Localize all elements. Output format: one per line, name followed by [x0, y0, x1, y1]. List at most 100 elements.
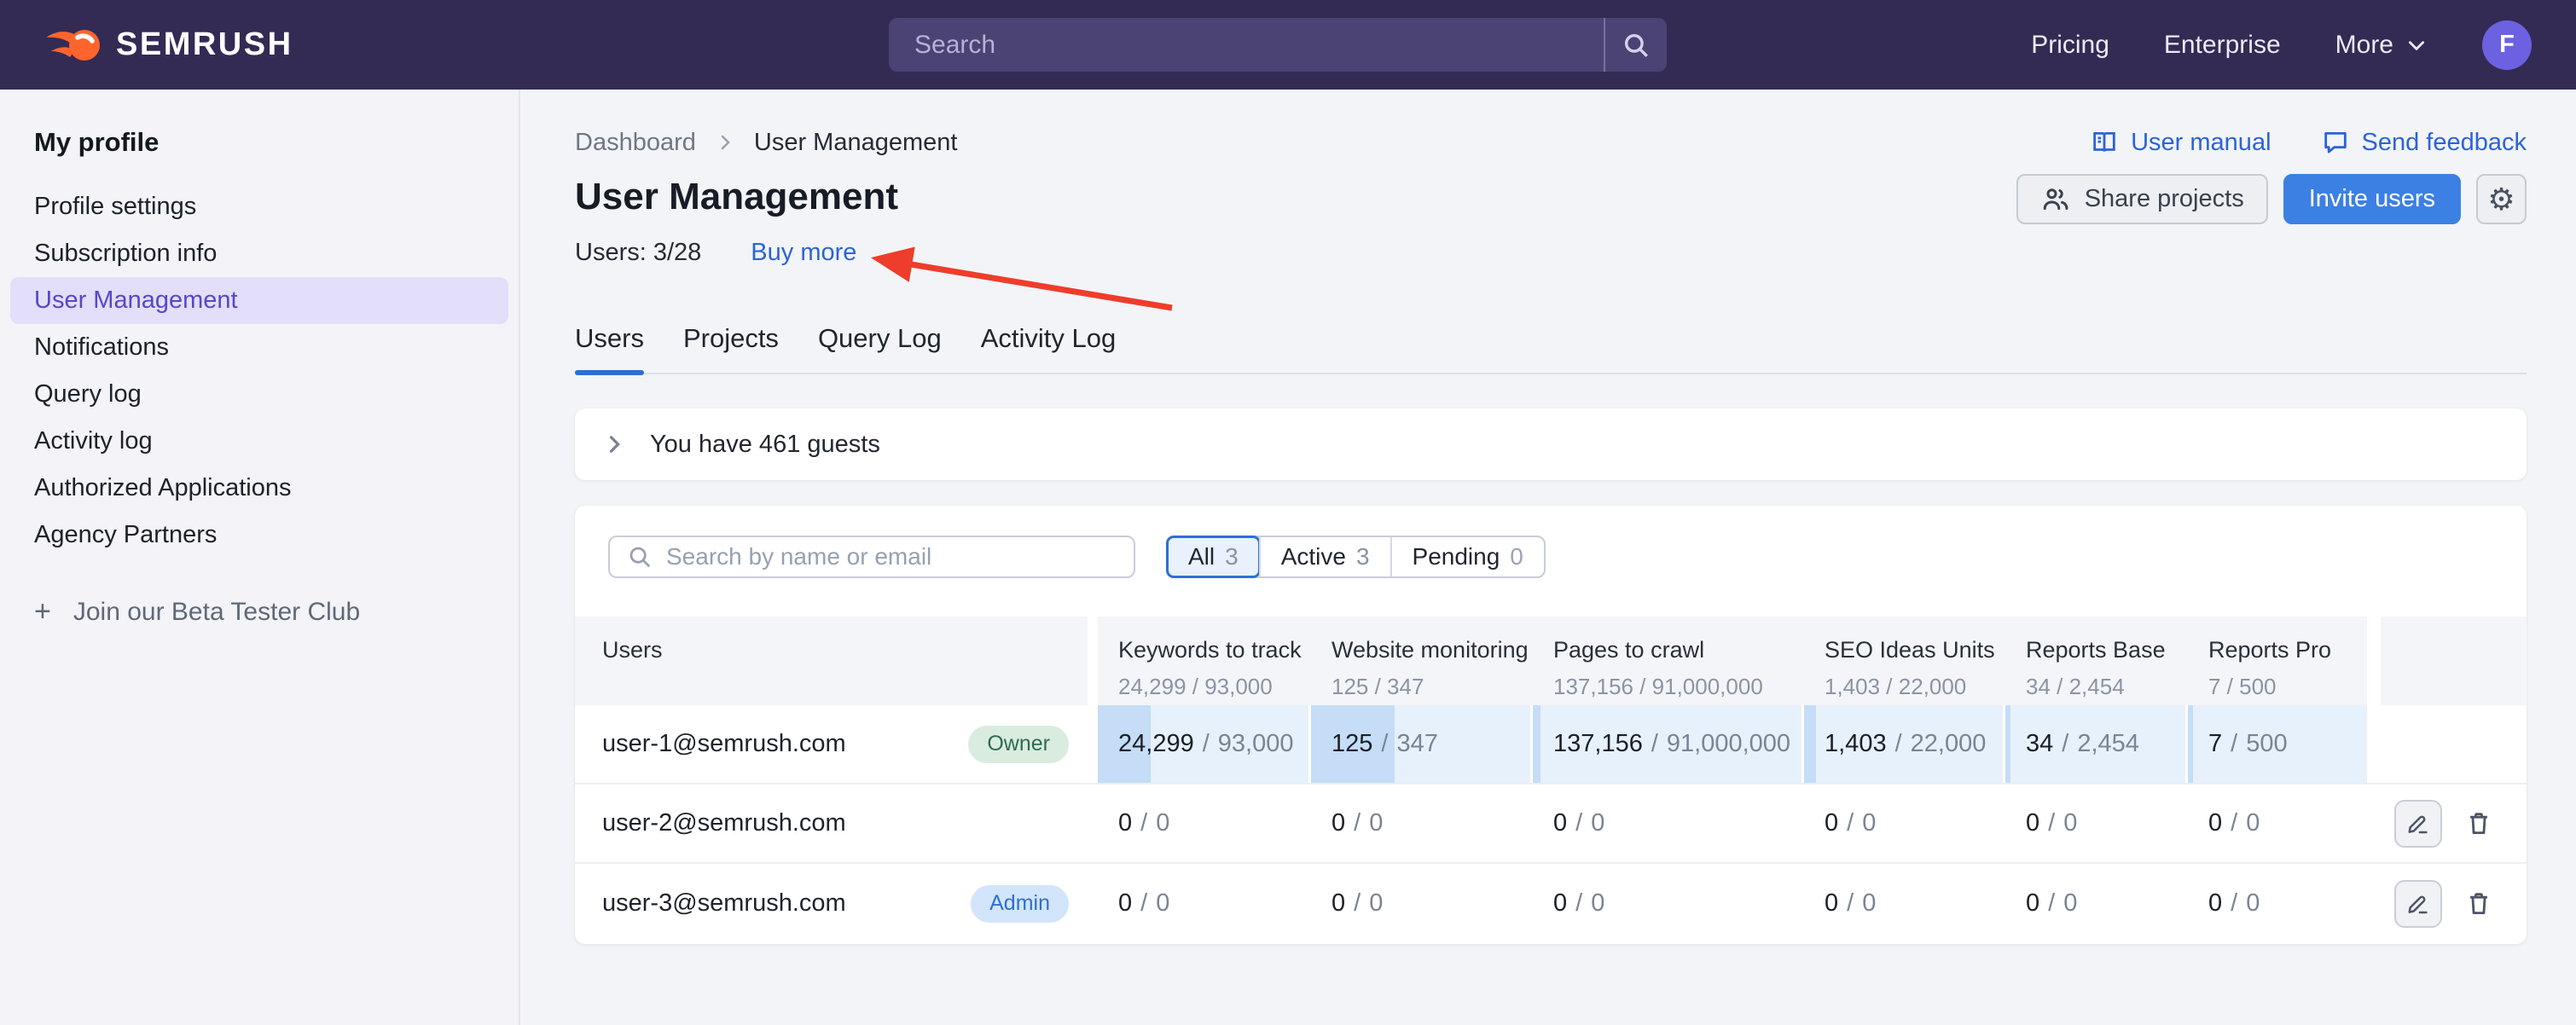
search-icon	[1622, 31, 1651, 60]
global-search-button[interactable]	[1604, 18, 1667, 72]
usage-cell-monitoring: 125/347	[1311, 705, 1530, 783]
users-table-card: All3 Active3 Pending0 Users Keywords to …	[575, 506, 2527, 944]
feedback-bubble-icon	[2321, 128, 2350, 157]
guests-banner-text: You have 461 guests	[650, 431, 880, 459]
top-bar: SEMRUSH Pricing Enterprise More F	[0, 0, 2576, 90]
plus-icon: +	[34, 595, 51, 628]
table-header: Users Keywords to track24,299 / 93,000 W…	[575, 617, 2527, 705]
nav-enterprise[interactable]: Enterprise	[2164, 31, 2281, 60]
search-icon	[627, 544, 653, 570]
main-content: Dashboard User Management User manual Se…	[522, 90, 2576, 1025]
breadcrumb-chevron-icon	[715, 132, 735, 153]
guests-banner[interactable]: You have 461 guests	[575, 408, 2527, 480]
user-email: user-2@semrush.com	[602, 809, 846, 837]
row-actions	[2381, 785, 2527, 862]
usage-fill	[1533, 705, 1540, 783]
book-icon	[2090, 128, 2119, 157]
admin-badge: Admin	[971, 885, 1069, 923]
usage-cell-seo-ideas: 1,403/22,000	[1804, 705, 2003, 783]
column-header-pages: Pages to crawl137,156 / 91,000,000	[1533, 617, 1804, 705]
status-filter: All3 Active3 Pending0	[1166, 536, 1546, 578]
breadcrumb-current: User Management	[754, 129, 958, 157]
tab-query-log[interactable]: Query Log	[818, 323, 942, 373]
user-email: user-1@semrush.com	[602, 730, 846, 758]
invite-users-button[interactable]: Invite users	[2283, 174, 2461, 224]
sidebar-item-notifications[interactable]: Notifications	[10, 324, 508, 371]
delete-user-button[interactable]	[2464, 889, 2493, 918]
column-header-actions	[2381, 617, 2527, 705]
column-header-monitoring: Website monitoring125 / 347	[1311, 617, 1533, 705]
sidebar-item-activity-log[interactable]: Activity log	[10, 418, 508, 465]
tab-users[interactable]: Users	[575, 323, 644, 373]
sidebar-item-profile-settings[interactable]: Profile settings	[10, 183, 508, 230]
table-search	[608, 536, 1135, 578]
column-header-keywords: Keywords to track24,299 / 93,000	[1098, 617, 1311, 705]
table-row: user-3@semrush.com Admin 0/0 0/0 0/0 0/0…	[575, 864, 2527, 943]
pencil-icon	[2405, 811, 2431, 837]
sidebar-section-title: My profile	[34, 127, 519, 158]
filter-chip-active[interactable]: Active3	[1259, 537, 1390, 576]
trash-icon	[2464, 889, 2493, 918]
usage-cell-reports-base: 34/2,454	[2005, 705, 2185, 783]
nav-more[interactable]: More	[2335, 31, 2428, 60]
column-header-reports-pro: Reports Pro7 / 500	[2188, 617, 2367, 705]
nav-pricing[interactable]: Pricing	[2031, 31, 2109, 60]
frozen-column-divider	[1088, 617, 1098, 705]
sidebar-item-agency-partners[interactable]: Agency Partners	[10, 512, 508, 559]
tab-bar: Users Projects Query Log Activity Log	[575, 323, 2527, 374]
delete-user-button[interactable]	[2464, 809, 2493, 838]
semrush-logo[interactable]: SEMRUSH	[43, 19, 293, 72]
user-email: user-3@semrush.com	[602, 889, 846, 918]
user-avatar[interactable]: F	[2482, 20, 2532, 70]
usage-fill	[2188, 705, 2193, 783]
sidebar-item-authorized-applications[interactable]: Authorized Applications	[10, 465, 508, 512]
chevron-right-icon	[602, 432, 626, 456]
usage-fill	[1804, 705, 1816, 783]
usage-cell-pages: 137,156/91,000,000	[1533, 705, 1801, 783]
table-row: user-1@semrush.com Owner 24,299/93,000 1…	[575, 705, 2527, 785]
share-projects-button[interactable]: Share projects	[2016, 174, 2268, 224]
tab-activity-log[interactable]: Activity Log	[981, 323, 1117, 373]
usage-cell-reports-pro: 7/500	[2188, 705, 2367, 783]
people-icon	[2040, 184, 2071, 215]
users-quota-label: Users: 3/28	[575, 239, 701, 267]
sidebar-item-user-management[interactable]: User Management	[10, 277, 508, 324]
users-table: Users Keywords to track24,299 / 93,000 W…	[575, 617, 2527, 943]
edit-user-button[interactable]	[2394, 880, 2442, 928]
semrush-flame-icon	[43, 19, 104, 72]
settings-gear-button[interactable]: ⚙	[2476, 174, 2527, 224]
frozen-column-divider	[2367, 617, 2381, 705]
owner-badge: Owner	[968, 726, 1069, 763]
brand-name: SEMRUSH	[116, 26, 293, 63]
tab-projects[interactable]: Projects	[683, 323, 779, 373]
sidebar-item-subscription-info[interactable]: Subscription info	[10, 230, 508, 277]
send-feedback-link[interactable]: Send feedback	[2321, 128, 2527, 157]
row-actions	[2381, 864, 2527, 943]
pencil-icon	[2405, 891, 2431, 917]
column-header-users: Users	[575, 617, 1088, 705]
global-search	[889, 18, 1667, 72]
table-search-input[interactable]	[666, 543, 1117, 570]
usage-cell-keywords: 24,299/93,000	[1098, 705, 1308, 783]
usage-fill	[2005, 705, 2010, 783]
trash-icon	[2464, 809, 2493, 838]
buy-more-link[interactable]: Buy more	[751, 239, 856, 267]
filter-chip-all[interactable]: All3	[1166, 536, 1261, 578]
global-search-input[interactable]	[889, 18, 1604, 72]
filter-chip-pending[interactable]: Pending0	[1390, 537, 1544, 576]
sidebar: My profile Profile settings Subscription…	[0, 90, 520, 1025]
beta-club-label: Join our Beta Tester Club	[73, 598, 360, 627]
table-row: user-2@semrush.com 0/0 0/0 0/0 0/0 0/0 0…	[575, 785, 2527, 864]
edit-user-button[interactable]	[2394, 800, 2442, 848]
join-beta-tester-club-link[interactable]: + Join our Beta Tester Club	[34, 595, 360, 628]
column-header-seo-ideas: SEO Ideas Units1,403 / 22,000	[1804, 617, 2005, 705]
sidebar-nav: Profile settings Subscription info User …	[0, 183, 519, 559]
breadcrumb-dashboard[interactable]: Dashboard	[575, 129, 696, 157]
column-header-reports-base: Reports Base34 / 2,454	[2005, 617, 2188, 705]
gear-icon: ⚙	[2487, 182, 2515, 217]
row-actions	[2381, 705, 2527, 783]
user-manual-link[interactable]: User manual	[2090, 128, 2271, 157]
sidebar-item-query-log[interactable]: Query log	[10, 371, 508, 418]
top-nav: Pricing Enterprise More F	[2031, 0, 2532, 90]
chevron-down-icon	[2405, 34, 2428, 56]
